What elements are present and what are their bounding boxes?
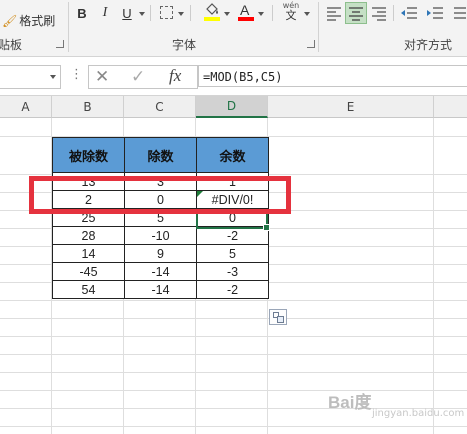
table-cell[interactable]: -14 [124, 280, 197, 299]
table-row: 25 5 0 [52, 208, 269, 227]
name-box[interactable] [0, 65, 61, 89]
underline-button[interactable]: U [119, 2, 135, 24]
underline-dropdown-icon[interactable] [139, 12, 145, 16]
more-options-icon[interactable]: ⋮ [70, 67, 83, 82]
table-cell[interactable]: 5 [124, 208, 197, 227]
clipboard-group: 🖌 格式刷 贴板 [0, 0, 66, 56]
table-cell[interactable]: -45 [52, 262, 125, 281]
table-cell[interactable]: 14 [52, 244, 125, 263]
clipboard-group-label: 贴板 [0, 38, 23, 52]
column-header-b[interactable]: B [52, 96, 124, 118]
table-cell[interactable]: -2 [196, 226, 269, 245]
increase-indent-icon [427, 7, 443, 19]
fill-color-dropdown-icon[interactable] [224, 12, 230, 16]
error-indicator-icon[interactable] [197, 191, 203, 197]
table-cell[interactable]: -2 [196, 280, 269, 299]
table-row: -45 -14 -3 [52, 262, 269, 281]
cancel-icon[interactable]: ✕ [95, 67, 109, 87]
orientation-button[interactable] [452, 4, 466, 22]
column-header-a[interactable]: A [0, 96, 52, 118]
formula-input[interactable]: =MOD(B5,C5) [198, 65, 467, 87]
clipboard-launcher-icon[interactable] [56, 40, 64, 48]
ribbon-separator [272, 5, 273, 21]
table-cell[interactable]: -3 [196, 262, 269, 281]
header-remainder[interactable]: 余数 [196, 137, 269, 173]
table-row: 13 3 1 [52, 172, 269, 191]
phonetic-dropdown-icon[interactable] [304, 12, 310, 16]
table-cell[interactable]: 54 [52, 280, 125, 299]
font-color-dropdown-icon[interactable] [258, 12, 264, 16]
watermark-logo: Bai度 [328, 393, 372, 412]
font-color-button[interactable]: A [238, 2, 254, 22]
table-row: 14 9 5 [52, 244, 269, 263]
insert-function-button[interactable]: fx [169, 66, 181, 86]
align-left-icon [327, 7, 341, 21]
decrease-indent-icon [401, 7, 417, 19]
font-launcher-icon[interactable] [307, 40, 315, 48]
table-cell[interactable]: 3 [124, 172, 197, 191]
fill-color-button[interactable] [204, 2, 220, 22]
table-cell[interactable]: -14 [124, 262, 197, 281]
align-right-button[interactable] [370, 4, 388, 22]
decrease-indent-button[interactable] [399, 4, 419, 22]
watermark-url: jingyan.baidu.com [372, 408, 465, 419]
align-right-icon [372, 7, 386, 21]
table-row: 28 -10 -2 [52, 226, 269, 245]
table-cell[interactable]: 5 [196, 244, 269, 263]
formula-bar: ⋮ ✕ ✓ fx =MOD(B5,C5) [0, 57, 467, 96]
column-header-d[interactable]: D [196, 96, 268, 118]
alignment-group-label: 对齐方式 [404, 38, 453, 52]
phonetic-guide-button[interactable]: wén 文 [280, 1, 302, 25]
paint-bucket-icon [206, 3, 218, 15]
phonetic-char: 文 [285, 9, 297, 22]
borders-icon[interactable] [160, 6, 173, 19]
header-divisor[interactable]: 除数 [124, 137, 197, 173]
align-center-icon [349, 7, 363, 21]
table-cell[interactable]: 28 [52, 226, 125, 245]
ribbon-separator [68, 2, 69, 52]
align-center-button[interactable] [345, 2, 367, 24]
header-dividend[interactable]: 被除数 [52, 137, 125, 173]
column-header-e[interactable]: E [268, 96, 434, 118]
table-header-row: 被除数 除数 余数 [52, 137, 269, 173]
font-color-letter: A [240, 2, 250, 18]
data-table: 被除数 除数 余数 13 3 1 2 0 #DIV/0! 25 5 0 28 -… [52, 137, 269, 299]
orientation-icon [454, 7, 466, 19]
font-color-swatch [238, 17, 254, 21]
column-header-c[interactable]: C [124, 96, 196, 118]
format-painter-icon: 🖌 [2, 14, 18, 28]
align-left-button[interactable] [325, 4, 343, 22]
chevron-down-icon[interactable] [50, 75, 56, 79]
table-row: 2 0 #DIV/0! [52, 190, 269, 209]
table-cell[interactable]: 0 [196, 208, 269, 227]
table-row: 54 -14 -2 [52, 280, 269, 299]
table-cell[interactable]: 1 [196, 172, 269, 191]
table-cell[interactable]: 9 [124, 244, 197, 263]
ribbon: 🖌 格式刷 贴板 B I U A wén 文 字体 对齐方式 [0, 0, 467, 57]
bold-button[interactable]: B [74, 2, 90, 24]
table-cell[interactable]: 25 [52, 208, 125, 227]
table-cell[interactable]: 0 [124, 190, 197, 209]
table-cell-error[interactable]: #DIV/0! [196, 190, 269, 209]
table-cell[interactable]: -10 [124, 226, 197, 245]
increase-indent-button[interactable] [425, 4, 445, 22]
enter-icon[interactable]: ✓ [131, 67, 145, 87]
italic-button[interactable]: I [97, 2, 113, 24]
ribbon-separator [318, 2, 319, 52]
format-painter-button[interactable]: 🖌 格式刷 [2, 12, 55, 29]
paste-options-button[interactable] [269, 309, 287, 325]
ribbon-separator [150, 5, 151, 21]
table-cell[interactable]: 2 [52, 190, 125, 209]
ribbon-separator [393, 5, 394, 21]
font-group-label: 字体 [172, 38, 197, 52]
ribbon-separator [190, 5, 191, 21]
borders-dropdown-icon[interactable] [178, 12, 184, 16]
formula-buttons: ✕ ✓ fx [88, 65, 198, 89]
column-header-f[interactable] [434, 96, 467, 118]
table-cell[interactable]: 13 [52, 172, 125, 191]
format-painter-label: 格式刷 [19, 14, 56, 28]
fill-color-swatch [204, 17, 220, 21]
